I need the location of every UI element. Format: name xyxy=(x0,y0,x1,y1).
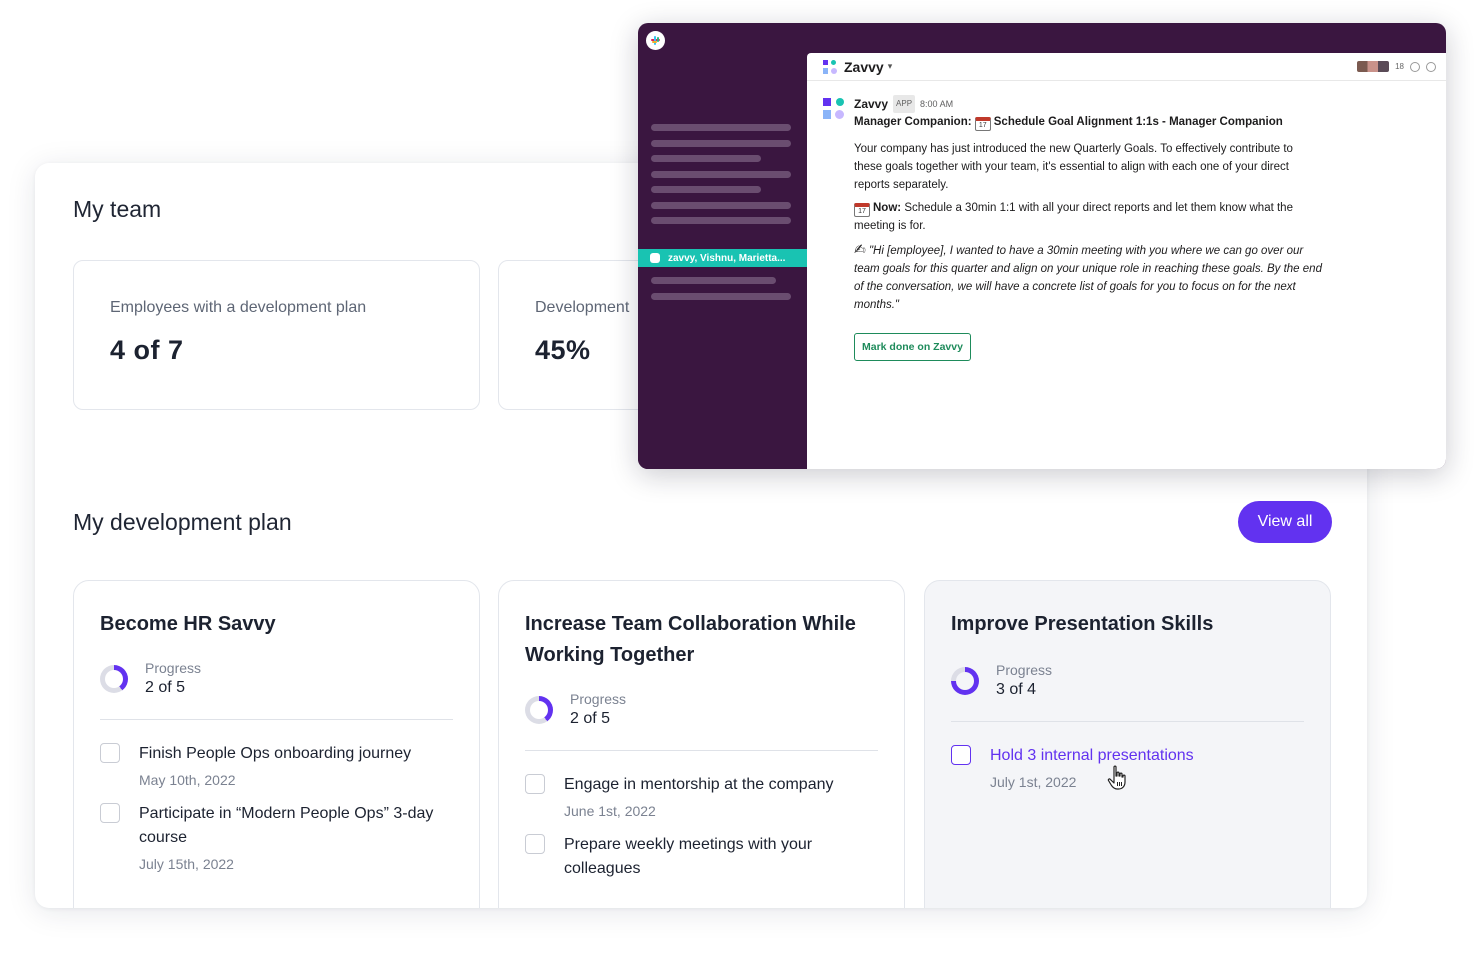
task-name[interactable]: Participate in “Modern People Ops” 3-day… xyxy=(139,802,453,850)
slack-sidebar: zavvy, Vishnu, Marietta... xyxy=(638,53,807,469)
member-count: 18 xyxy=(1395,62,1404,71)
divider xyxy=(951,721,1304,722)
plan-title: Increase Team Collaboration While Workin… xyxy=(525,613,856,666)
sidebar-placeholder xyxy=(651,217,791,224)
dm-icon xyxy=(650,253,660,263)
sidebar-placeholder xyxy=(651,124,791,131)
task-checkbox[interactable] xyxy=(100,803,120,823)
task-checkbox[interactable] xyxy=(951,745,971,765)
sidebar-placeholder xyxy=(651,140,791,147)
progress-value: 2 of 5 xyxy=(570,710,611,727)
task-item: Prepare weekly meetings with your collea… xyxy=(525,833,878,881)
divider xyxy=(525,750,878,751)
zavvy-avatar-icon xyxy=(823,98,844,119)
progress-ring-icon xyxy=(100,664,128,693)
progress-label: Progress xyxy=(145,660,202,676)
plan-card[interactable]: Increase Team Collaboration While Workin… xyxy=(498,580,905,908)
progress-label: Progress xyxy=(570,691,627,707)
stat-card-dev-plan: Employees with a development plan 4 of 7 xyxy=(73,260,480,410)
progress-value: 3 of 4 xyxy=(996,681,1037,698)
message-heading-prefix: Manager Companion: xyxy=(854,116,972,128)
member-avatars[interactable] xyxy=(1357,61,1390,72)
plan-card[interactable]: Become HR Savvy Progress 2 of 5 Finish P… xyxy=(73,580,480,908)
sidebar-placeholder xyxy=(651,293,791,300)
sidebar-placeholder xyxy=(651,171,791,178)
app-badge: APP xyxy=(893,95,916,113)
message-paragraph: Your company has just introduced the new… xyxy=(854,143,1293,191)
divider xyxy=(100,719,453,720)
slack-logo-icon xyxy=(646,31,665,50)
task-checkbox[interactable] xyxy=(525,834,545,854)
mark-done-button[interactable]: Mark done on Zavvy xyxy=(854,333,971,361)
bot-name[interactable]: Zavvy xyxy=(854,95,888,113)
add-member-icon[interactable] xyxy=(1410,61,1420,72)
progress-label: Progress xyxy=(996,662,1053,678)
plan-title: Improve Presentation Skills xyxy=(951,613,1214,635)
task-date: July 1st, 2022 xyxy=(990,774,1077,790)
message-time[interactable]: 8:00 AM xyxy=(920,95,953,113)
plan-progress: Progress 3 of 4 xyxy=(951,662,1304,699)
message-heading-title: Schedule Goal Alignment 1:1s - Manager C… xyxy=(993,116,1283,128)
writing-hand-icon: ✍ xyxy=(854,241,866,257)
slack-window: zavvy, Vishnu, Marietta... Zavvy ▾ 18 Za… xyxy=(638,23,1446,469)
progress-value: 2 of 5 xyxy=(145,679,186,696)
slack-conversation: Zavvy ▾ 18 Zavvy APP 8:00 AM Manager Com… xyxy=(807,53,1446,469)
quote-text: "Hi [employee], I wanted to have a 30min… xyxy=(854,245,1322,311)
stat-label: Employees with a development plan xyxy=(110,299,367,316)
channel-label: zavvy, Vishnu, Marietta... xyxy=(668,252,786,264)
plan-title: Become HR Savvy xyxy=(100,613,276,635)
task-item: Finish People Ops onboarding journey May… xyxy=(100,742,453,788)
sidebar-placeholder xyxy=(651,277,776,284)
zavvy-logo-icon xyxy=(823,59,837,74)
stat-value: 4 of 7 xyxy=(110,335,184,365)
task-item: Participate in “Modern People Ops” 3-day… xyxy=(100,802,453,872)
task-date: May 10th, 2022 xyxy=(139,772,236,788)
sidebar-placeholder xyxy=(651,202,791,209)
my-team-title: My team xyxy=(73,196,162,222)
sidebar-placeholder xyxy=(651,155,761,162)
hand-cursor-icon xyxy=(1107,765,1126,790)
plan-progress: Progress 2 of 5 xyxy=(525,691,878,728)
now-label: Now: xyxy=(873,202,902,214)
plan-progress: Progress 2 of 5 xyxy=(100,660,453,697)
calendar-icon: 17 xyxy=(854,203,870,217)
task-checkbox[interactable] xyxy=(525,774,545,794)
task-date: July 15th, 2022 xyxy=(139,856,234,872)
task-name[interactable]: Finish People Ops onboarding journey xyxy=(139,742,411,766)
slack-message: Zavvy APP 8:00 AM Manager Companion: 17 S… xyxy=(823,95,1323,361)
task-name[interactable]: Prepare weekly meetings with your collea… xyxy=(564,833,878,881)
task-item: Engage in mentorship at the company June… xyxy=(525,773,878,819)
conversation-header: Zavvy ▾ xyxy=(807,53,1446,81)
chevron-down-icon[interactable]: ▾ xyxy=(888,61,893,72)
info-icon[interactable] xyxy=(1426,61,1436,72)
conversation-name[interactable]: Zavvy xyxy=(844,59,884,75)
task-name[interactable]: Engage in mentorship at the company xyxy=(564,773,834,797)
task-checkbox[interactable] xyxy=(100,743,120,763)
now-text: Schedule a 30min 1:1 with all your direc… xyxy=(854,202,1293,232)
dev-plan-title: My development plan xyxy=(73,509,292,535)
task-name[interactable]: Hold 3 internal presentations xyxy=(990,744,1194,768)
progress-ring-icon xyxy=(951,666,979,695)
calendar-icon: 17 xyxy=(974,117,991,131)
sidebar-item-active-dm[interactable]: zavvy, Vishnu, Marietta... xyxy=(638,249,807,267)
task-date: June 1st, 2022 xyxy=(564,803,656,819)
view-all-button[interactable]: View all xyxy=(1238,501,1332,543)
progress-ring-icon xyxy=(525,695,553,724)
plan-card[interactable]: Improve Presentation Skills Progress 3 o… xyxy=(924,580,1331,908)
sidebar-placeholder xyxy=(651,186,761,193)
